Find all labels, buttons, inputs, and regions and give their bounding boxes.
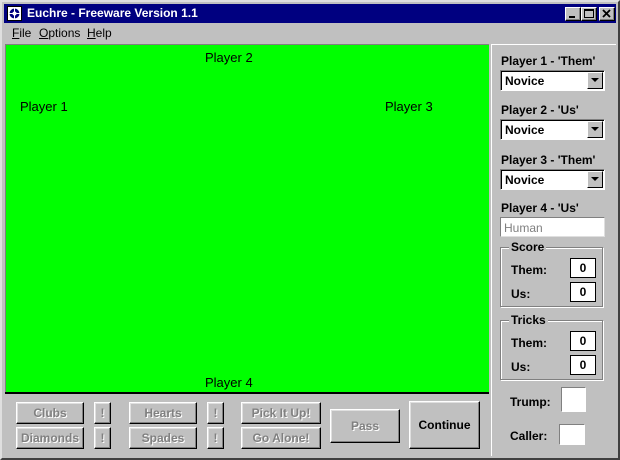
score-group-title: Score [509,240,547,254]
menu-help[interactable]: Help [87,26,112,40]
player3-skill-select[interactable]: Novice [500,169,605,190]
minimize-button[interactable] [565,7,581,21]
score-us-value: 0 [570,282,596,302]
action-bar: Clubs Diamonds ! ! Hearts Spades ! ! Pic… [5,392,489,456]
score-us-label: Us: [511,287,531,301]
chevron-down-icon [591,177,599,181]
go-alone-button[interactable]: Go Alone! [241,427,321,449]
hearts-alone-button[interactable]: ! [207,402,224,424]
euchre-app-icon[interactable] [7,6,22,21]
score-them-value: 0 [570,258,596,278]
caller-label: Caller: [510,429,548,443]
player3-label: Player 3 [385,99,433,114]
close-button[interactable] [599,7,615,21]
caller-display [559,424,585,445]
menu-options[interactable]: Options [39,26,80,40]
player1-team-label: Player 1 - 'Them' [501,54,596,68]
minimize-icon [569,16,575,18]
pass-button[interactable]: Pass [330,409,400,443]
diamonds-alone-button[interactable]: ! [94,427,111,449]
chevron-down-icon [591,127,599,131]
score-group: Score Them: 0 Us: 0 [500,240,603,307]
tricks-group-title: Tricks [509,313,548,327]
window-title: Euchre - Freeware Version 1.1 [27,6,198,20]
player2-skill-select[interactable]: Novice [500,119,605,140]
spades-button[interactable]: Spades [129,427,197,449]
maximize-icon [584,9,594,18]
diamonds-button[interactable]: Diamonds [16,427,84,449]
trump-suit-display [561,387,586,412]
player3-team-label: Player 3 - 'Them' [501,153,596,167]
player2-label: Player 2 [205,50,253,65]
maximize-button[interactable] [581,7,597,21]
player4-label: Player 4 [205,375,253,390]
player4-name-field[interactable]: Human [500,217,605,237]
trump-label: Trump: [510,395,551,409]
chevron-down-icon [591,78,599,82]
player4-team-label: Player 4 - 'Us' [501,201,579,215]
continue-button[interactable]: Continue [409,401,480,449]
tricks-us-value: 0 [570,355,596,375]
title-bar[interactable]: Euchre - Freeware Version 1.1 [4,4,616,23]
score-them-label: Them: [511,263,547,277]
player1-label: Player 1 [20,99,68,114]
tricks-us-label: Us: [511,360,531,374]
close-icon [602,9,611,18]
pick-it-up-button[interactable]: Pick It Up! [241,402,321,424]
clubs-alone-button[interactable]: ! [94,402,111,424]
player1-skill-select[interactable]: Novice [500,70,605,91]
menu-bar: File Options Help [4,24,616,42]
menu-file[interactable]: File [12,26,31,40]
main-window: Euchre - Freeware Version 1.1 File Optio… [0,0,620,460]
dropdown-button[interactable] [587,171,603,188]
tricks-them-label: Them: [511,336,547,350]
hearts-button[interactable]: Hearts [129,402,197,424]
player2-team-label: Player 2 - 'Us' [501,103,579,117]
dropdown-button[interactable] [587,121,603,138]
status-panel: Player 1 - 'Them' Novice Player 2 - 'Us'… [491,44,616,456]
tricks-group: Tricks Them: 0 Us: 0 [500,313,603,380]
tricks-them-value: 0 [570,331,596,351]
clubs-button[interactable]: Clubs [16,402,84,424]
dropdown-button[interactable] [587,72,603,89]
spades-alone-button[interactable]: ! [207,427,224,449]
card-table[interactable]: Player 2 Player 1 Player 3 Player 4 [5,44,489,392]
